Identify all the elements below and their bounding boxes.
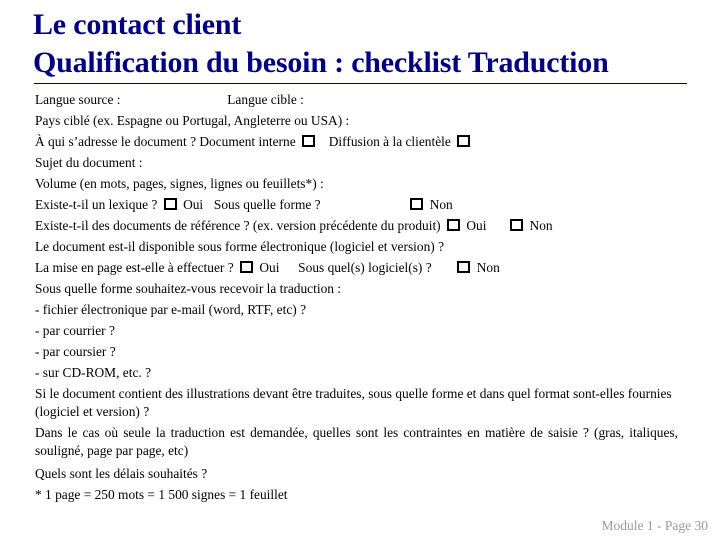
delivery-option-email: - fichier électronique par e-mail (word,… bbox=[35, 302, 307, 317]
layout-yes-checkbox[interactable] bbox=[240, 261, 253, 273]
delivery-option: - sur CD-ROM, etc. ? bbox=[35, 362, 678, 383]
deadline-question: Quels sont les délais souhaités ? bbox=[35, 466, 208, 481]
title-line-1: Le contact client bbox=[33, 8, 242, 41]
client-distribution-checkbox[interactable] bbox=[457, 135, 471, 147]
target-country-label: Pays ciblé (ex. Espagne ou Portugal, Ang… bbox=[35, 113, 350, 128]
title-line-2: Qualification du besoin : checklist Trad… bbox=[33, 46, 609, 79]
reference-docs-yes-checkbox[interactable] bbox=[447, 219, 461, 231]
glossary-yes-checkbox[interactable] bbox=[163, 198, 177, 210]
reference-docs-row: Existe-t-il des documents de référence ?… bbox=[35, 215, 678, 236]
footnote-row: * 1 page = 250 mots = 1 500 signes = 1 f… bbox=[35, 484, 678, 505]
electronic-format-question: Le document est-il disponible sous forme… bbox=[35, 239, 445, 254]
language-row: Langue source : Langue cible : bbox=[35, 89, 678, 110]
slide-title: Le contact client Qualification du besoi… bbox=[33, 6, 609, 82]
deadline-row: Quels sont les délais souhaités ? bbox=[35, 463, 678, 484]
layout-yes-label: Oui bbox=[259, 260, 280, 275]
title-divider bbox=[34, 83, 687, 84]
audience-question: À qui s’adresse le document ? Document i… bbox=[35, 134, 296, 149]
internal-document-checkbox[interactable] bbox=[302, 135, 316, 147]
delivery-option: - par courrier ? bbox=[35, 320, 678, 341]
glossary-question: Existe-t-il un lexique ? bbox=[35, 197, 158, 212]
volume-row: Volume (en mots, pages, signes, lignes o… bbox=[35, 173, 678, 194]
glossary-no-label: Non bbox=[429, 197, 453, 212]
layout-no-label: Non bbox=[476, 260, 500, 275]
page-footer: Module 1 - Page 30 bbox=[601, 518, 708, 533]
layout-no-checkbox[interactable] bbox=[457, 261, 471, 273]
delivery-option-courier: - par coursier ? bbox=[35, 344, 116, 359]
delivery-format-question: Sous quelle forme souhaitez-vous recevoi… bbox=[35, 281, 342, 296]
delivery-option: - fichier électronique par e-mail (word,… bbox=[35, 299, 678, 320]
reference-docs-yes-label: Oui bbox=[466, 218, 487, 233]
checklist-body: Langue source : Langue cible : Pays cibl… bbox=[35, 89, 678, 505]
source-language-label: Langue source : bbox=[35, 92, 121, 107]
illustrations-question: Si le document contient des illustration… bbox=[35, 386, 672, 419]
delivery-option: - par coursier ? bbox=[35, 341, 678, 362]
glossary-row: Existe-t-il un lexique ? Oui Sous quelle… bbox=[35, 194, 678, 215]
target-country-row: Pays ciblé (ex. Espagne ou Portugal, Ang… bbox=[35, 110, 678, 131]
reference-docs-no-label: Non bbox=[529, 218, 553, 233]
electronic-format-row: Le document est-il disponible sous forme… bbox=[35, 236, 678, 257]
client-distribution-label: Diffusion à la clientèle bbox=[328, 134, 451, 149]
delivery-option-mail: - par courrier ? bbox=[35, 323, 115, 338]
reference-docs-no-checkbox[interactable] bbox=[510, 219, 524, 231]
reference-docs-question: Existe-t-il des documents de référence ?… bbox=[35, 218, 441, 233]
subject-row: Sujet du document : bbox=[35, 152, 678, 173]
layout-row: La mise en page est-elle à effectuer ? O… bbox=[35, 257, 678, 278]
glossary-no-checkbox[interactable] bbox=[410, 198, 424, 210]
volume-label: Volume (en mots, pages, signes, lignes o… bbox=[35, 176, 324, 191]
page-definition-footnote: * 1 page = 250 mots = 1 500 signes = 1 f… bbox=[35, 487, 288, 502]
layout-software-label: Sous quel(s) logiciel(s) ? bbox=[298, 260, 432, 275]
target-language-label: Langue cible : bbox=[227, 92, 304, 107]
input-constraints-question: Dans le cas où seule la traduction est d… bbox=[35, 425, 678, 458]
layout-question: La mise en page est-elle à effectuer ? bbox=[35, 260, 234, 275]
audience-row: À qui s’adresse le document ? Document i… bbox=[35, 131, 678, 152]
delivery-option-cdrom: - sur CD-ROM, etc. ? bbox=[35, 365, 152, 380]
glossary-format-label: Sous quelle forme ? bbox=[213, 197, 321, 212]
glossary-yes-label: Oui bbox=[183, 197, 204, 212]
subject-label: Sujet du document : bbox=[35, 155, 143, 170]
delivery-format-row: Sous quelle forme souhaitez-vous recevoi… bbox=[35, 278, 678, 299]
